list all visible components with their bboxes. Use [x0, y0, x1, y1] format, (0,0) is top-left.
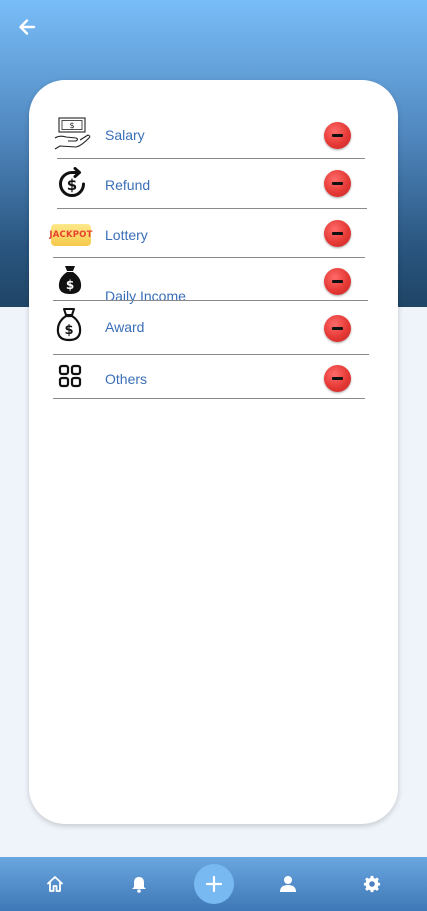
list-item-others[interactable]: Others [29, 360, 398, 398]
minus-icon [332, 280, 343, 283]
category-label: Daily Income [105, 288, 186, 304]
category-label: Lottery [105, 227, 148, 243]
category-label: Salary [105, 127, 145, 143]
minus-icon [332, 377, 343, 380]
svg-text:$: $ [67, 176, 77, 194]
minus-icon [332, 182, 343, 185]
minus-icon [332, 134, 343, 137]
svg-text:$: $ [69, 121, 74, 130]
remove-button[interactable] [324, 122, 351, 149]
grid-icon [58, 364, 82, 388]
nav-home[interactable] [35, 857, 75, 911]
nav-profile[interactable] [268, 857, 308, 911]
salary-hand-icon: $ [54, 116, 92, 152]
divider [53, 257, 365, 258]
back-button[interactable] [14, 14, 40, 40]
bottom-nav [0, 857, 427, 911]
remove-button[interactable] [324, 268, 351, 295]
minus-icon [332, 232, 343, 235]
divider [53, 300, 368, 301]
gear-icon [363, 875, 381, 893]
category-label: Others [105, 371, 148, 387]
list-item-salary[interactable]: $ Salary [29, 114, 398, 160]
remove-button[interactable] [324, 365, 351, 392]
category-card: $ Salary $ Refund JACKPOT Lottery $ Dail… [29, 80, 398, 824]
divider [57, 208, 367, 209]
jackpot-icon: JACKPOT [49, 222, 92, 248]
plus-icon [205, 875, 223, 893]
user-icon [280, 876, 296, 892]
svg-text:$: $ [66, 278, 74, 292]
minus-icon [332, 327, 343, 330]
svg-text:$: $ [64, 323, 73, 338]
arrow-left-icon [19, 19, 36, 35]
category-label: Refund [105, 177, 151, 193]
nav-settings[interactable] [352, 857, 392, 911]
remove-button[interactable] [324, 170, 351, 197]
money-bag-icon: $ [56, 264, 84, 296]
remove-button[interactable] [324, 220, 351, 247]
list-item-award[interactable]: $ Award [29, 306, 398, 354]
bell-icon [132, 877, 146, 893]
divider [57, 158, 365, 159]
divider [53, 354, 369, 355]
money-bag-outline-icon: $ [55, 307, 83, 343]
list-item-lottery[interactable]: JACKPOT Lottery [29, 214, 398, 258]
remove-button[interactable] [324, 315, 351, 342]
nav-notifications[interactable] [119, 857, 159, 911]
refund-icon: $ [55, 167, 89, 201]
category-label: Award [105, 319, 145, 335]
list-item-daily-income[interactable]: $ Daily Income [29, 262, 398, 304]
list-item-refund[interactable]: $ Refund [29, 164, 398, 208]
add-button[interactable] [194, 864, 234, 904]
home-icon [47, 876, 63, 892]
divider [53, 398, 365, 399]
